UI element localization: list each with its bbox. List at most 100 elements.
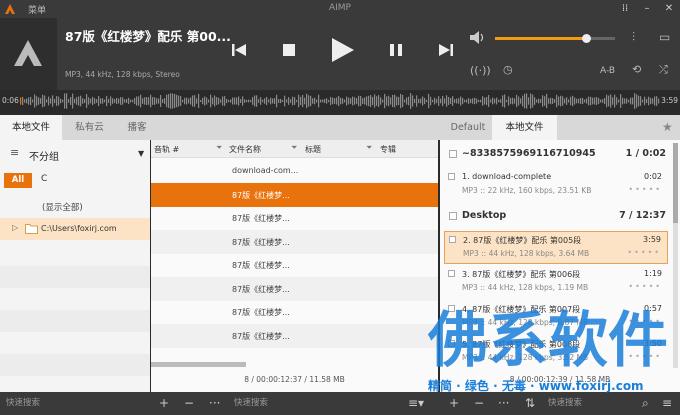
previous-icon[interactable]: [232, 44, 246, 56]
waveform-bar: [314, 97, 316, 105]
table-row[interactable]: 87版《红楼梦...: [151, 276, 438, 301]
stop-icon[interactable]: [283, 44, 295, 56]
waveform-bar: [540, 99, 542, 103]
table-row[interactable]: 87版《红楼梦...: [151, 206, 438, 230]
tab-local-files[interactable]: 本地文件: [0, 115, 62, 140]
star-icon[interactable]: ★: [662, 120, 673, 134]
playlist-group-header[interactable]: Desktop 7 / 12:37: [440, 210, 672, 230]
table-row[interactable]: 87版《红楼梦...: [151, 323, 438, 348]
volume-icon[interactable]: [470, 31, 485, 44]
waveform-bar: [472, 98, 474, 104]
add-icon[interactable]: +: [449, 392, 459, 415]
waveform-bar: [106, 95, 108, 107]
tab-playlist-default[interactable]: Default: [444, 115, 492, 140]
filter-icon[interactable]: ⏷: [366, 143, 372, 153]
player-panel: 87版《红楼梦》配乐 第00... MP3, 44 kHz, 128 kbps,…: [0, 18, 680, 90]
waveform-bar: [232, 97, 234, 105]
table-row[interactable]: 87版《红楼梦...: [151, 300, 438, 324]
remove-icon[interactable]: −: [184, 392, 194, 415]
search-input-playlist[interactable]: 快速搜索: [548, 392, 582, 415]
more-icon[interactable]: ···: [498, 392, 509, 415]
checkbox[interactable]: [448, 270, 455, 277]
timer-icon[interactable]: ◷: [503, 63, 513, 76]
search-input-table[interactable]: 快速搜索: [234, 392, 268, 415]
waveform-bar: [78, 96, 80, 106]
chevron-down-icon[interactable]: ▼: [138, 149, 144, 158]
waveform-bar: [334, 98, 336, 104]
waveform-bar: [348, 97, 350, 105]
playlist-item[interactable]: 3. 87版《红楼梦》配乐 第006段 1:19 MP3 :: 44 kHz, 12…: [444, 266, 668, 299]
rating-dots[interactable]: •••••: [628, 282, 662, 291]
more-icon[interactable]: ···: [209, 392, 220, 415]
table-row[interactable]: 87版《红楼梦...: [151, 229, 438, 254]
horizontal-scrollbar[interactable]: [151, 362, 246, 367]
waveform-bar: [608, 95, 610, 107]
minimize-icon[interactable]: –: [636, 0, 658, 18]
waveform-bar: [430, 96, 432, 106]
menu-icon[interactable]: ≡: [10, 146, 19, 159]
waveform-bar: [92, 96, 94, 106]
rating-dots[interactable]: •••••: [628, 185, 662, 194]
display-icon[interactable]: ▭: [659, 30, 670, 44]
row-filename: 87版《红楼梦...: [232, 190, 290, 200]
grid-icon[interactable]: ⁞⁞: [614, 0, 636, 18]
equalizer-icon[interactable]: ⫶: [632, 30, 635, 45]
waveform-bar: [402, 94, 404, 108]
search-input-library[interactable]: 快速搜索: [6, 392, 40, 415]
table-row[interactable]: download-com...: [151, 159, 438, 183]
item-duration: 3:59: [643, 235, 661, 244]
checkbox[interactable]: [449, 212, 457, 220]
waveform-bar: [542, 95, 544, 107]
play-icon[interactable]: [332, 38, 354, 62]
pause-icon[interactable]: [390, 44, 402, 56]
repeat-icon[interactable]: ⟲: [632, 63, 641, 76]
next-icon[interactable]: [439, 44, 453, 56]
broadcast-icon[interactable]: ((·)): [470, 64, 491, 77]
filter-icon[interactable]: ⏷: [291, 143, 297, 153]
tab-podcasts[interactable]: 播客: [117, 115, 157, 140]
remove-icon[interactable]: −: [474, 392, 484, 415]
folder-row[interactable]: ▷ C:\Users\foxirj.com: [0, 218, 150, 240]
waveform-bar: [226, 98, 228, 104]
volume-slider[interactable]: [495, 34, 615, 43]
checkbox[interactable]: [448, 173, 455, 180]
tab-playlist-local[interactable]: 本地文件: [492, 115, 557, 140]
table-row[interactable]: 87版《红楼梦...: [151, 182, 438, 207]
playlist-group-header[interactable]: ~8338575969116710945 1 / 0:02: [440, 148, 672, 168]
search-icon[interactable]: ⌕: [642, 392, 649, 415]
expand-icon[interactable]: ▷: [12, 223, 18, 232]
list-menu-icon[interactable]: ≡▾: [408, 392, 424, 415]
col-title[interactable]: 标题: [305, 144, 321, 155]
rating-dots[interactable]: •••••: [627, 248, 661, 257]
playlist-item[interactable]: 1. download-complete 0:02 MP3 :: 22 kHz, 1…: [444, 169, 668, 202]
waveform-bar: [116, 97, 118, 105]
volume-knob[interactable]: [582, 34, 592, 43]
sort-icon[interactable]: ⇅: [525, 392, 535, 415]
checkbox[interactable]: [449, 236, 456, 243]
grouping-selector[interactable]: ≡ 不分组 ▼: [0, 140, 150, 167]
waveform-seekbar[interactable]: 0:06 3:59: [0, 90, 680, 112]
waveform-bar: [384, 93, 386, 109]
waveform-bar: [420, 98, 422, 104]
show-all-row[interactable]: (显示全部): [0, 195, 150, 217]
filter-icon[interactable]: ⏷: [216, 143, 222, 153]
scrollbar-thumb[interactable]: [673, 143, 678, 223]
col-track[interactable]: 音轨 #: [154, 144, 179, 155]
waveform-bar: [534, 97, 536, 105]
checkbox[interactable]: [449, 150, 457, 158]
waveform-bar: [578, 98, 580, 104]
col-filename[interactable]: 文件名称: [229, 144, 261, 155]
add-icon[interactable]: +: [159, 392, 169, 415]
waveform-bar: [644, 96, 646, 106]
filter-all-button[interactable]: All: [4, 173, 32, 188]
playlist-item[interactable]: 2. 87版《红楼梦》配乐 第005段 3:59 MP3 :: 44 kHz, 12…: [444, 231, 668, 264]
close-icon[interactable]: ✕: [658, 0, 680, 18]
filter-letter-c[interactable]: C: [41, 174, 47, 184]
tab-private-cloud[interactable]: 私有云: [62, 115, 117, 140]
ab-repeat-button[interactable]: A-B: [600, 66, 615, 76]
waveform-bar: [182, 99, 184, 103]
shuffle-icon[interactable]: ⤮: [659, 63, 668, 77]
table-row[interactable]: 87版《红楼梦...: [151, 253, 438, 277]
playlist-menu-icon[interactable]: ≡: [662, 392, 672, 415]
col-album[interactable]: 专辑: [380, 144, 396, 155]
